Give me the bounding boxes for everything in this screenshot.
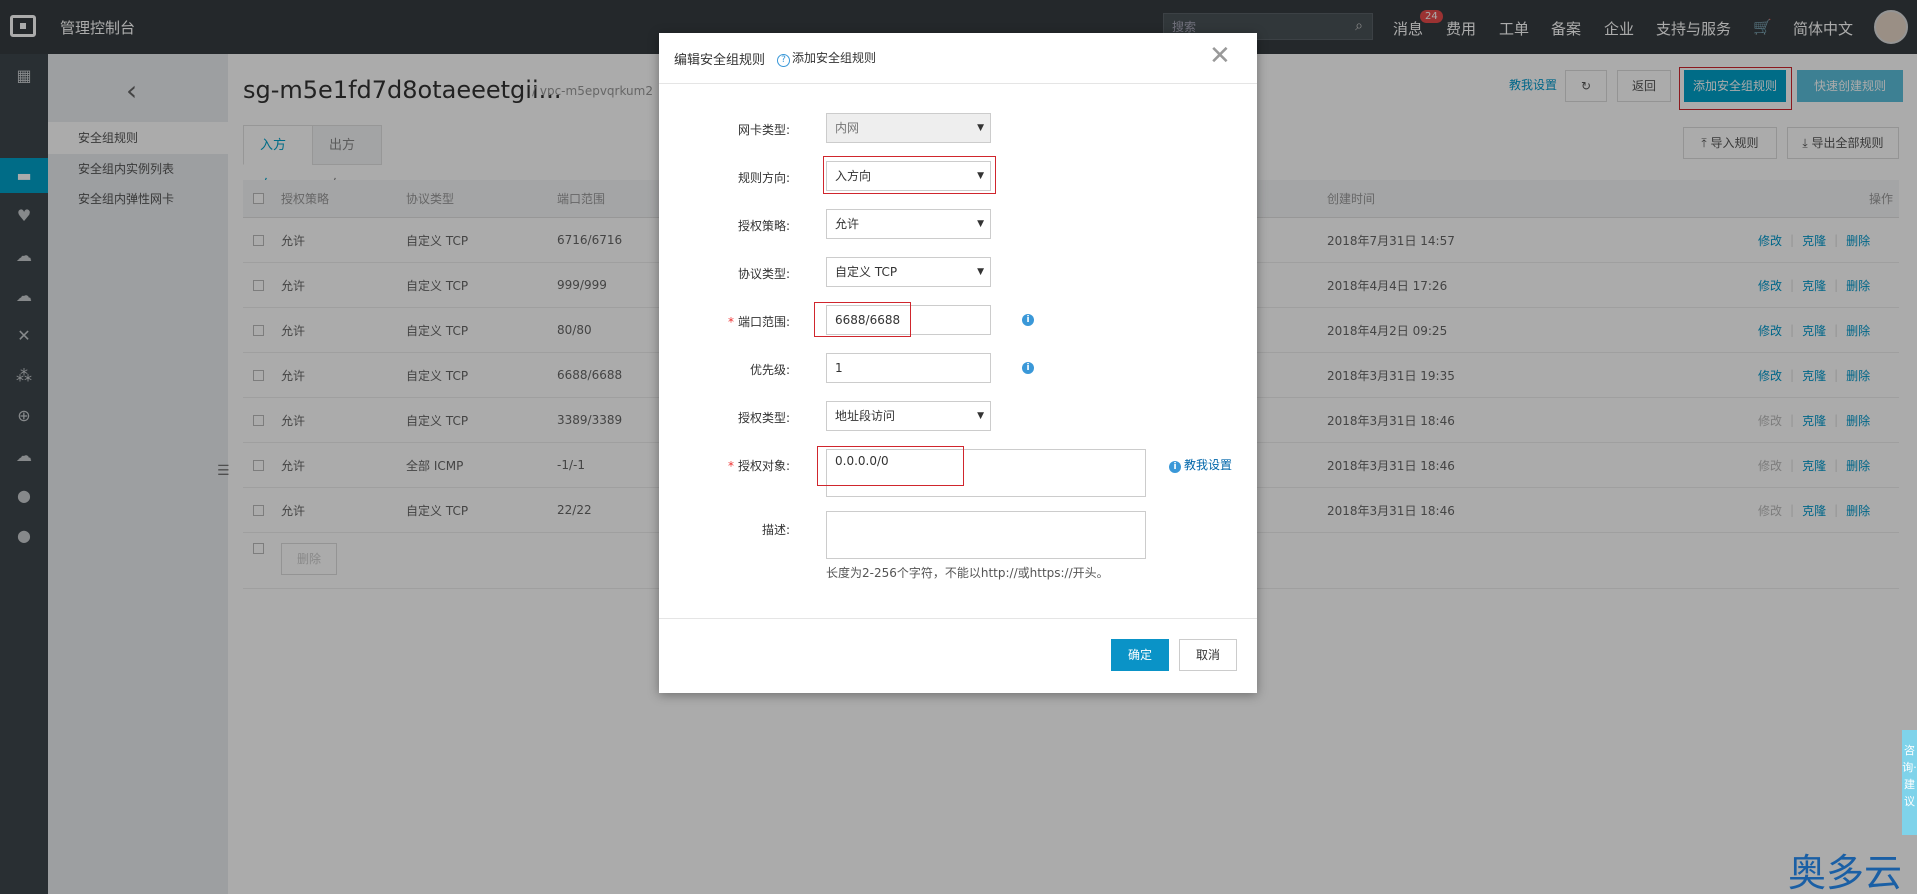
policy-select[interactable]: 允许 ▼ <box>826 209 991 239</box>
help-icon: ? <box>777 54 790 67</box>
add-rule-help-link[interactable]: ? 添加安全组规则 <box>777 49 876 67</box>
protocol-value: 自定义 TCP <box>835 265 898 279</box>
caret-down-icon: ▼ <box>977 411 984 421</box>
caret-down-icon: ▼ <box>977 123 984 133</box>
highlight-box <box>817 446 964 486</box>
dialog-title: 编辑安全组规则 <box>674 53 766 68</box>
confirm-button[interactable]: 确定 <box>1111 639 1169 671</box>
auth-type-select[interactable]: 地址段访问 ▼ <box>826 401 991 431</box>
highlight-box <box>814 302 911 337</box>
caret-down-icon: ▼ <box>977 267 984 277</box>
priority-input[interactable]: 1 <box>826 353 991 383</box>
cancel-button[interactable]: 取消 <box>1179 639 1237 671</box>
desc-hint: 长度为2-256个字符，不能以http://或https://开头。 <box>826 566 1109 580</box>
protocol-label: 协议类型: <box>737 267 790 281</box>
teach-me-label: 教我设置 <box>1184 458 1233 472</box>
close-icon[interactable]: ✕ <box>1209 41 1231 71</box>
desc-label: 描述: <box>761 523 790 537</box>
port-label: * 端口范围: <box>659 313 790 330</box>
highlight-box <box>823 156 996 194</box>
auth-object-label: * 授权对象: <box>659 457 790 474</box>
watermark-logo: 奥多云 <box>1788 851 1903 894</box>
divider <box>659 83 1257 84</box>
info-icon: i <box>1169 461 1181 473</box>
nic-type-select[interactable]: 内网 ▼ <box>826 113 991 143</box>
direction-label: 规则方向: <box>737 171 790 185</box>
protocol-select[interactable]: 自定义 TCP ▼ <box>826 257 991 287</box>
policy-value: 允许 <box>835 217 860 231</box>
required-mark: * <box>727 315 734 329</box>
priority-label: 优先级: <box>749 363 790 377</box>
help-link-label: 添加安全组规则 <box>792 51 877 65</box>
teach-me-link[interactable]: i 教我设置 <box>1169 456 1232 473</box>
auth-type-value: 地址段访问 <box>835 409 896 423</box>
nic-type-label: 网卡类型: <box>737 123 790 137</box>
divider <box>659 618 1257 619</box>
auth-type-label: 授权类型: <box>737 411 790 425</box>
info-icon[interactable]: i <box>1022 362 1034 374</box>
required-mark: * <box>727 459 734 473</box>
caret-down-icon: ▼ <box>977 219 984 229</box>
desc-textarea[interactable] <box>826 511 1146 559</box>
edit-rule-dialog: 编辑安全组规则 ? 添加安全组规则 ✕ 网卡类型: 内网 ▼ 规则方向: 入方向 ▼ … <box>659 33 1257 693</box>
info-icon[interactable]: i <box>1022 314 1034 326</box>
port-label-text: 端口范围: <box>737 315 790 329</box>
auth-object-label-text: 授权对象: <box>737 459 790 473</box>
feedback-tab[interactable]: 咨询·建议 <box>1902 730 1917 835</box>
policy-label: 授权策略: <box>737 219 790 233</box>
nic-type-value: 内网 <box>835 121 860 135</box>
